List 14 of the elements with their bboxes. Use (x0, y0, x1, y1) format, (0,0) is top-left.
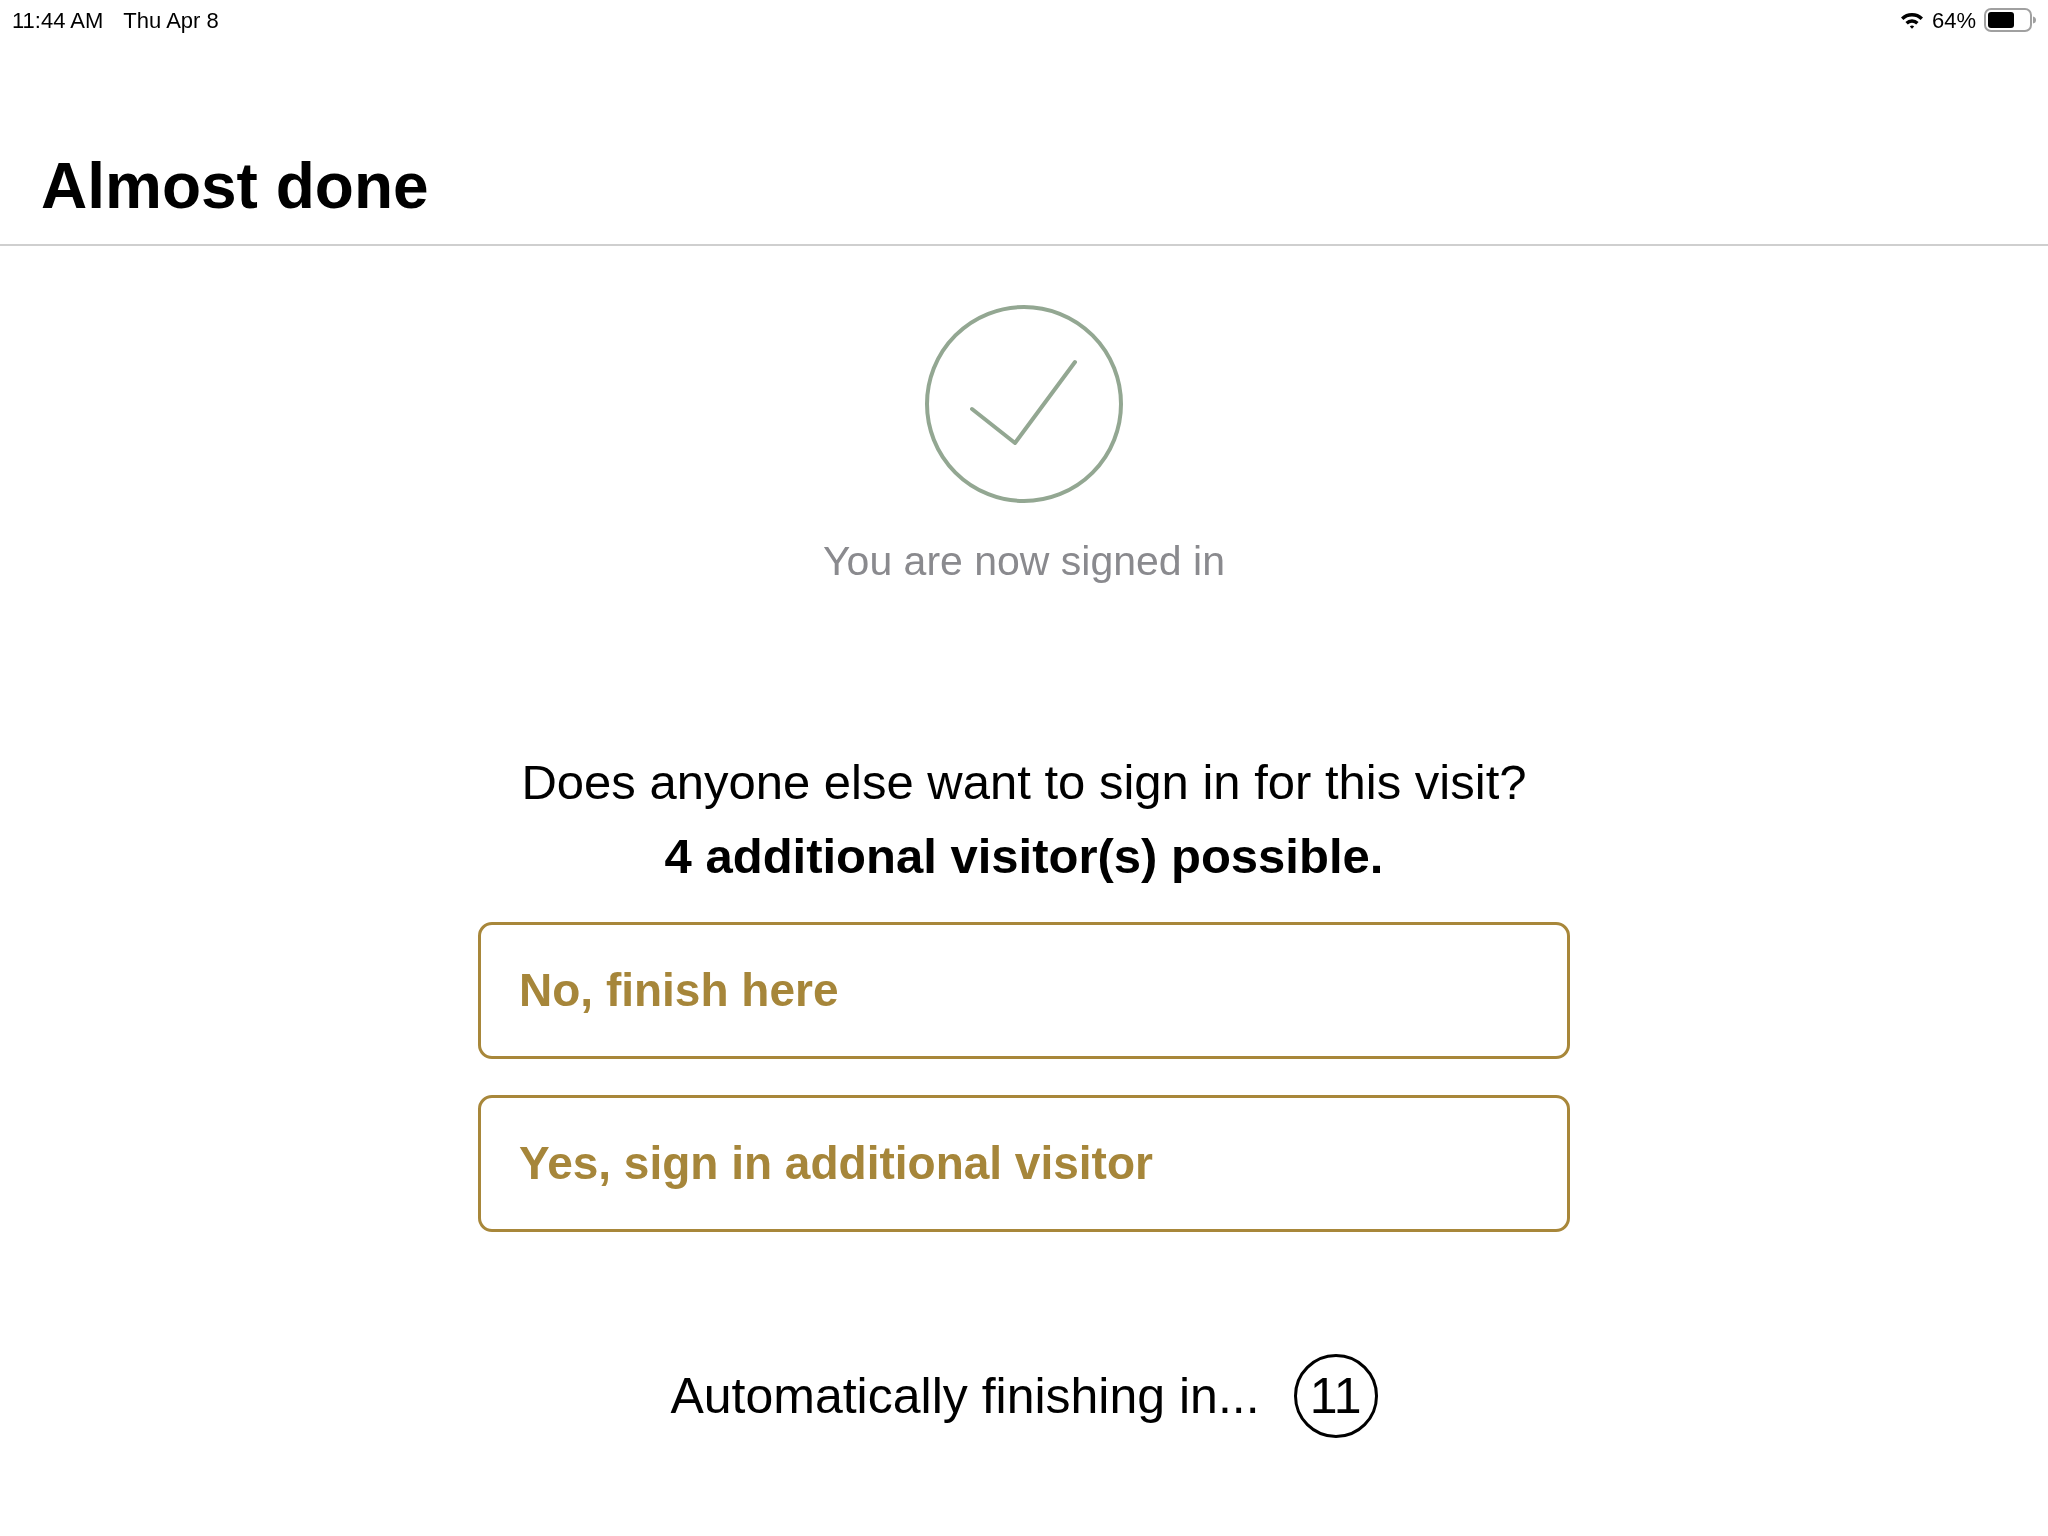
page-title: Almost done (41, 149, 429, 224)
option-button[interactable]: Yes, sign in additional visitor (478, 1095, 1570, 1232)
option-button[interactable]: No, finish here (478, 922, 1570, 1059)
battery-percent: 64% (1931, 6, 1976, 35)
status-date: Thu Apr 8 (123, 6, 219, 35)
battery-icon (1984, 8, 2036, 32)
countdown-timer: 11 (1293, 1354, 1378, 1438)
additional-visitor-note: 4 additional visitor(s) possible. (664, 828, 1384, 885)
additional-visitor-question: Does anyone else want to sign in for this visit? (521, 754, 1527, 811)
signed-in-message: You are now signed in (823, 537, 1225, 585)
countdown-label: Automatically finishing in... (670, 1367, 1260, 1426)
check-circle-icon (924, 304, 1124, 504)
status-time: 11:44 AM (12, 6, 104, 35)
wifi-icon (1899, 11, 1924, 29)
